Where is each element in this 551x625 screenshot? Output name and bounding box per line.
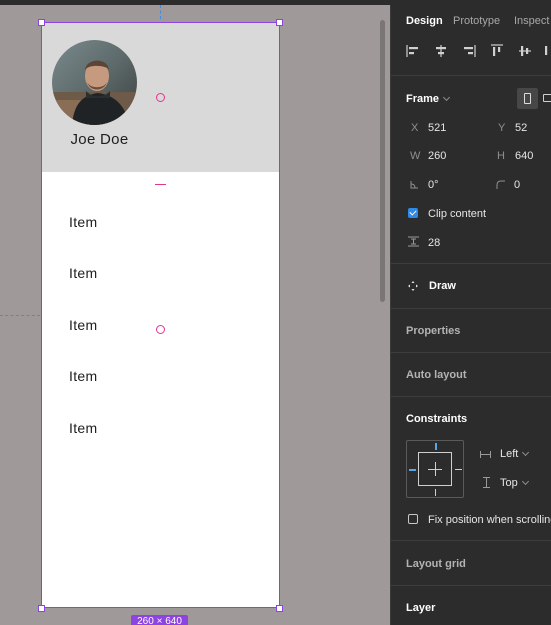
design-canvas[interactable]: Joe Doe Item Item Item Item Item 260 × 6…: [0, 0, 390, 625]
properties-panel: Design Prototype Inspect Frame X 521 Y 5…: [390, 5, 551, 625]
alignment-toolbar: [391, 43, 551, 63]
constraint-bottom[interactable]: [435, 489, 436, 496]
horizontal-constraint-select[interactable]: Left: [500, 448, 530, 460]
frame-label: Frame: [406, 93, 440, 105]
portrait-toggle[interactable]: [517, 88, 538, 109]
align-vertical-center-icon[interactable]: [517, 43, 533, 59]
fix-position-label[interactable]: Fix position when scrolling: [428, 514, 551, 526]
mobile-frame[interactable]: Joe Doe Item Item Item Item Item: [41, 22, 280, 608]
size-badge: 260 × 640: [131, 615, 188, 625]
constraint-left[interactable]: [409, 469, 416, 471]
align-horizontal-center-icon[interactable]: [433, 43, 449, 59]
frame-section-title[interactable]: Frame: [406, 93, 451, 105]
constraint-right[interactable]: [455, 469, 462, 470]
resize-handle-top-right[interactable]: [276, 19, 283, 26]
vertical-guide-line: [160, 5, 161, 19]
clip-content-checkbox[interactable]: [408, 208, 418, 218]
divider: [391, 263, 551, 264]
clip-content-label[interactable]: Clip content: [428, 208, 486, 220]
list-item[interactable]: Item: [69, 368, 97, 384]
resize-handle-bottom-right[interactable]: [276, 605, 283, 612]
resize-handle-bottom-left[interactable]: [38, 605, 45, 612]
layer-section-title[interactable]: Layer: [406, 602, 435, 614]
width-input[interactable]: 260: [428, 150, 446, 162]
tab-inspect[interactable]: Inspect: [514, 15, 549, 27]
constraint-top[interactable]: [435, 443, 437, 450]
vertical-constraint-value: Top: [500, 477, 518, 489]
rotation-icon: [410, 181, 418, 189]
landscape-icon[interactable]: [543, 94, 551, 102]
layout-grid-section-title[interactable]: Layout grid: [406, 558, 466, 570]
auto-layout-section-title[interactable]: Auto layout: [406, 369, 467, 381]
tab-design[interactable]: Design: [406, 15, 443, 27]
divider: [391, 396, 551, 397]
list-item[interactable]: Item: [69, 214, 97, 230]
y-label: Y: [498, 122, 506, 134]
align-right-icon[interactable]: [461, 43, 477, 59]
divider: [391, 75, 551, 76]
constraint-center-horizontal[interactable]: [428, 469, 442, 470]
avatar-photo: [52, 40, 137, 125]
spacing-icon: [408, 236, 419, 247]
vertical-constraint-select[interactable]: Top: [500, 477, 529, 489]
avatar[interactable]: [52, 40, 137, 125]
align-bottom-icon[interactable]: [543, 43, 551, 59]
list-item[interactable]: Item: [69, 265, 97, 281]
horizontal-constraint-value: Left: [500, 448, 519, 460]
chevron-down-icon: [442, 93, 451, 102]
corner-radius-icon: [496, 180, 505, 189]
properties-section-title[interactable]: Properties: [406, 325, 460, 337]
chevron-down-icon: [522, 448, 530, 457]
divider: [391, 540, 551, 541]
list-item[interactable]: Item: [69, 420, 97, 436]
divider: [391, 585, 551, 586]
align-top-icon[interactable]: [489, 43, 505, 59]
profile-name: Joe Doe: [70, 131, 129, 148]
resize-handle-top-left[interactable]: [38, 19, 45, 26]
constraint-widget[interactable]: [406, 440, 464, 498]
portrait-icon: [524, 93, 531, 104]
x-label: X: [411, 122, 419, 134]
spacing-handle[interactable]: [156, 325, 165, 334]
corner-radius-input[interactable]: 0: [514, 179, 520, 191]
fix-position-checkbox[interactable]: [408, 514, 418, 524]
horizontal-guide-line: [0, 315, 40, 316]
draw-label[interactable]: Draw: [429, 280, 456, 292]
rotation-input[interactable]: 0°: [428, 179, 439, 191]
panel-tabs: Design Prototype Inspect: [391, 5, 551, 35]
list-item[interactable]: Item: [69, 317, 97, 333]
tab-prototype[interactable]: Prototype: [453, 15, 500, 27]
y-input[interactable]: 52: [515, 122, 527, 134]
constraints-section-title[interactable]: Constraints: [406, 413, 467, 425]
height-input[interactable]: 640: [515, 150, 533, 162]
vertical-constraint-icon: [483, 477, 490, 488]
w-label: W: [410, 150, 421, 162]
canvas-scrollbar[interactable]: [380, 20, 385, 302]
align-left-icon[interactable]: [405, 43, 421, 59]
draw-icon: [408, 281, 418, 291]
chevron-down-icon: [521, 477, 529, 486]
divider: [391, 308, 551, 309]
h-label: H: [497, 150, 505, 162]
padding-indicator: [155, 184, 166, 186]
horizontal-constraint-icon: [480, 451, 491, 458]
spacing-handle[interactable]: [156, 93, 165, 102]
spacing-input[interactable]: 28: [428, 237, 440, 249]
x-input[interactable]: 521: [428, 122, 446, 134]
divider: [391, 352, 551, 353]
